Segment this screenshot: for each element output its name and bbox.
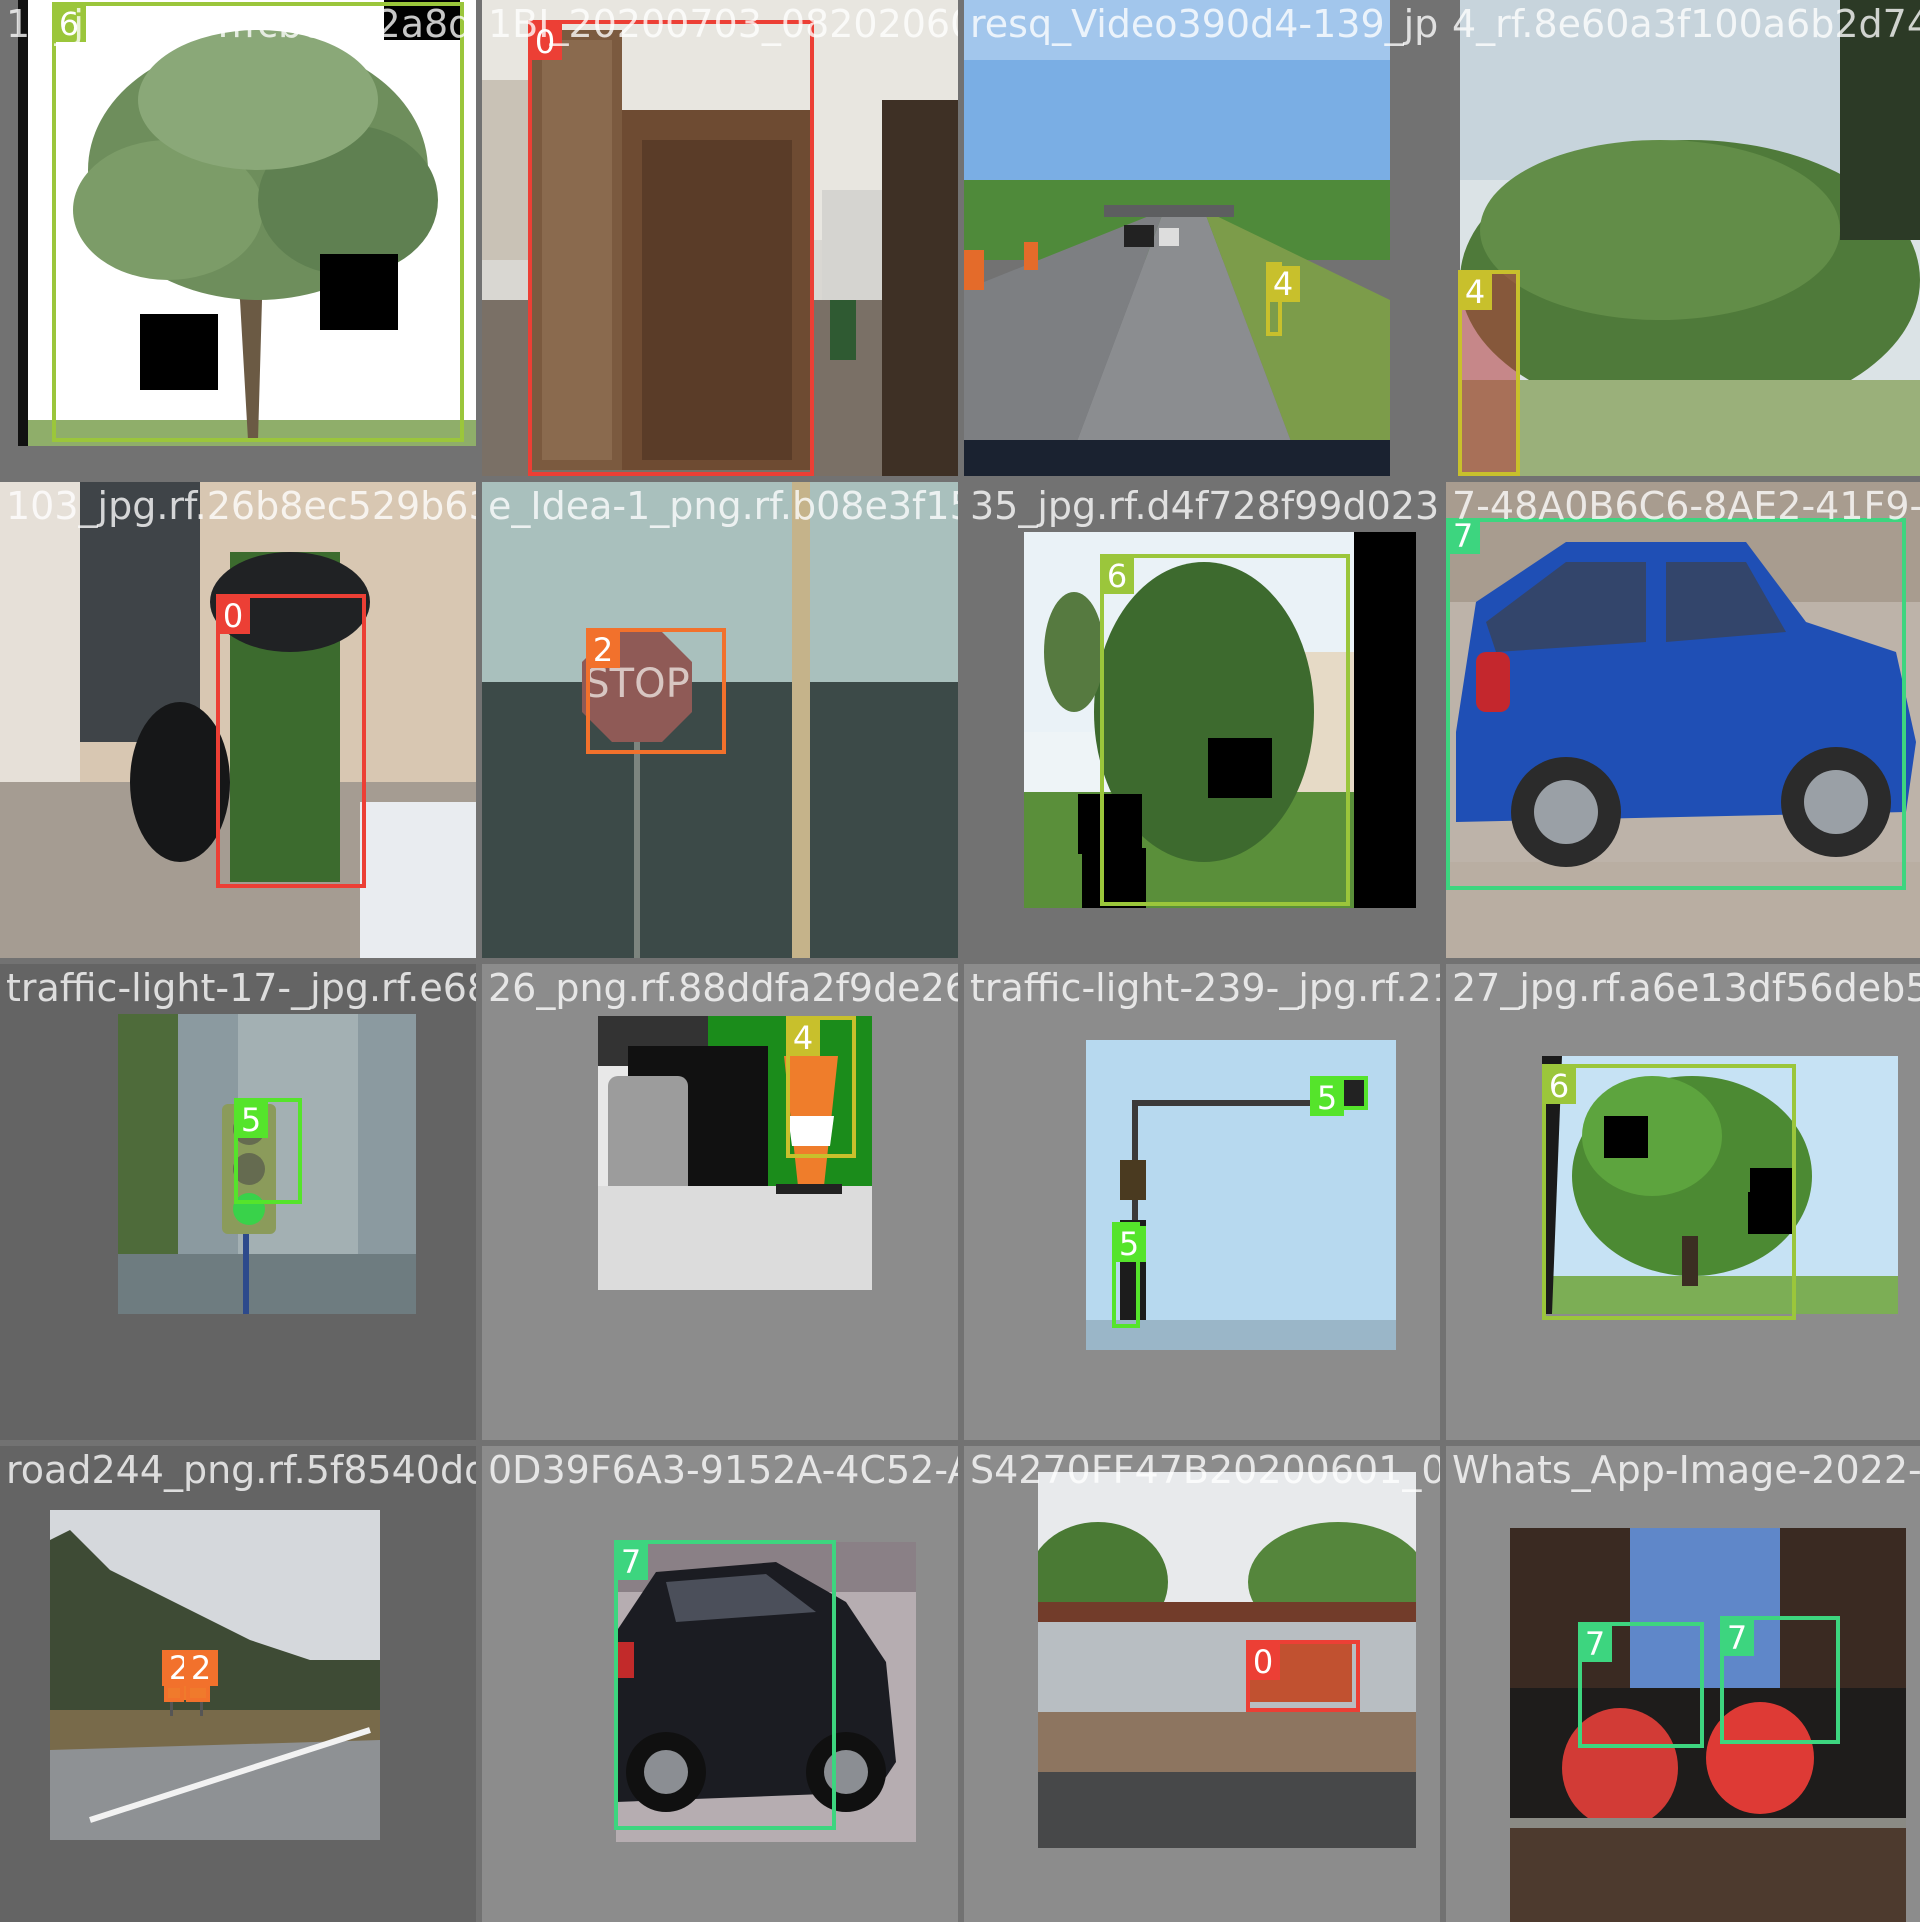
detection-box-class-2: 2 [586,628,726,754]
class-label: 5 [234,1102,268,1138]
image-filename: 27_jpg.rf.a6e13df56deb57934 [1452,966,1920,1010]
image-filename: traffic-light-239-_jpg.rf.219c207f96902e… [970,966,1440,1010]
bush-photo [1460,0,1920,476]
class-label: 5 [1310,1080,1344,1116]
detection-box-class-5: 5 [1310,1076,1368,1116]
tile-traffic-lights-red: 5 5 traffic-light-239-_jpg.rf.219c207f96… [964,964,1440,1440]
tile-trash-bin: 0 103_jpg.rf.26b8ec529b6359e0741740bcb3b… [0,482,476,958]
detection-box-class-5: 5 [234,1098,302,1204]
image-filename: road244_png.rf.5f8540dd94ea0d39f6a3915d2… [6,1448,476,1492]
tile-red-cars: 7 7 Whats_App-Image-2022-12-0 [1446,1446,1920,1922]
detection-box-class-4: 4 [786,1016,856,1158]
tile-traffic-light-green: 5 traffic-light-17-_jpg.rf.e688e2b7f2320… [0,964,476,1440]
class-label: 5 [1112,1226,1146,1262]
detection-box-class-0: 0 [1246,1640,1360,1712]
image-filename: Whats_App-Image-2022-12-0 [1452,1448,1920,1492]
detection-box-class-7: 7 [614,1540,836,1830]
tile-dumpster-lot: 0 S4270FF47B20200601_050102 [964,1446,1440,1922]
class-label: 4 [1266,266,1300,302]
tile-stop-sign: STOP 2 e_Idea-1_png.rf.b08e3f151e1e3 [482,482,958,958]
class-label: 7 [1446,518,1480,554]
tile-highway: 4 resq_Video390d4-139_jpg.rf.73d5ba770c0… [964,0,1440,476]
red-cars-photo [1510,1528,1906,1922]
detection-box-class-2: 2 [162,1650,196,1702]
tile-blue-car: 7 7-48A0B6C6-8AE2-41F9-9A9 [1446,482,1920,958]
detection-box-class-7: 7 [1446,518,1906,890]
detection-box-class-7: 7 [1720,1616,1840,1744]
class-label: 7 [1720,1620,1754,1656]
class-label: 0 [1246,1644,1280,1680]
tile-oak-tree: 6 27_jpg.rf.a6e13df56deb57934 [1446,964,1920,1440]
detection-box-class-0: 0 [528,20,814,476]
tile-black-car: 7 0D39F6A3-9152A-4C52-A0F2 [482,1446,958,1922]
class-label: 2 [586,632,620,668]
detection-box-class-6: 6 [1100,554,1350,906]
image-filename: 26_png.rf.88ddfa2f9de265ee9a1f45 [488,966,958,1010]
mosaic-grid: 6 17_jpg.rf.84ffcbddff2a8d4d 0 1BI_20200… [0,0,1920,1922]
detection-box-class-7: 7 [1578,1622,1704,1748]
highway-photo [964,0,1390,476]
tile-road-sign: 2 2 road244_png.rf.5f8540dd94ea0d39f6a39… [0,1446,476,1922]
class-label: 6 [1100,558,1134,594]
detection-box-class-6: 6 [1542,1064,1796,1320]
image-filename: traffic-light-17-_jpg.rf.e688e2b7f232048… [6,966,476,1010]
detection-box-class-4: 4 [1458,270,1520,476]
tile-dumpster: 0 1BI_20200703_082020608_132Cdr [482,0,958,476]
class-label: 0 [528,24,562,60]
detection-box-class-0: 0 [216,594,366,888]
image-filename: 0D39F6A3-9152A-4C52-A0F2 [488,1448,958,1492]
class-label: 6 [52,6,86,42]
class-label: 7 [1578,1626,1612,1662]
tile-tree-house: 6 35_jpg.rf.d4f728f99d023ed [964,482,1440,958]
image-filename: 35_jpg.rf.d4f728f99d023ed [970,484,1440,528]
tile-traffic-cone: 4 26_png.rf.88ddfa2f9de265ee9a1f45 [482,964,958,1440]
detection-box-class-5: 5 [1112,1222,1146,1328]
class-label: 7 [614,1544,648,1580]
tile-bush: 4 4_rf.8e60a3f100a6b2d745 [1446,0,1920,476]
detection-box-class-2: 2 [184,1650,218,1702]
detection-box-class-4: 4 [1266,262,1300,336]
class-label: 2 [184,1650,218,1686]
tile-tree-white: 6 17_jpg.rf.84ffcbddff2a8d4d [0,0,476,476]
class-label: 4 [1458,274,1492,310]
class-label: 0 [216,598,250,634]
class-label: 4 [786,1020,820,1056]
detection-box-class-6: 6 [52,2,464,442]
class-label: 6 [1542,1068,1576,1104]
